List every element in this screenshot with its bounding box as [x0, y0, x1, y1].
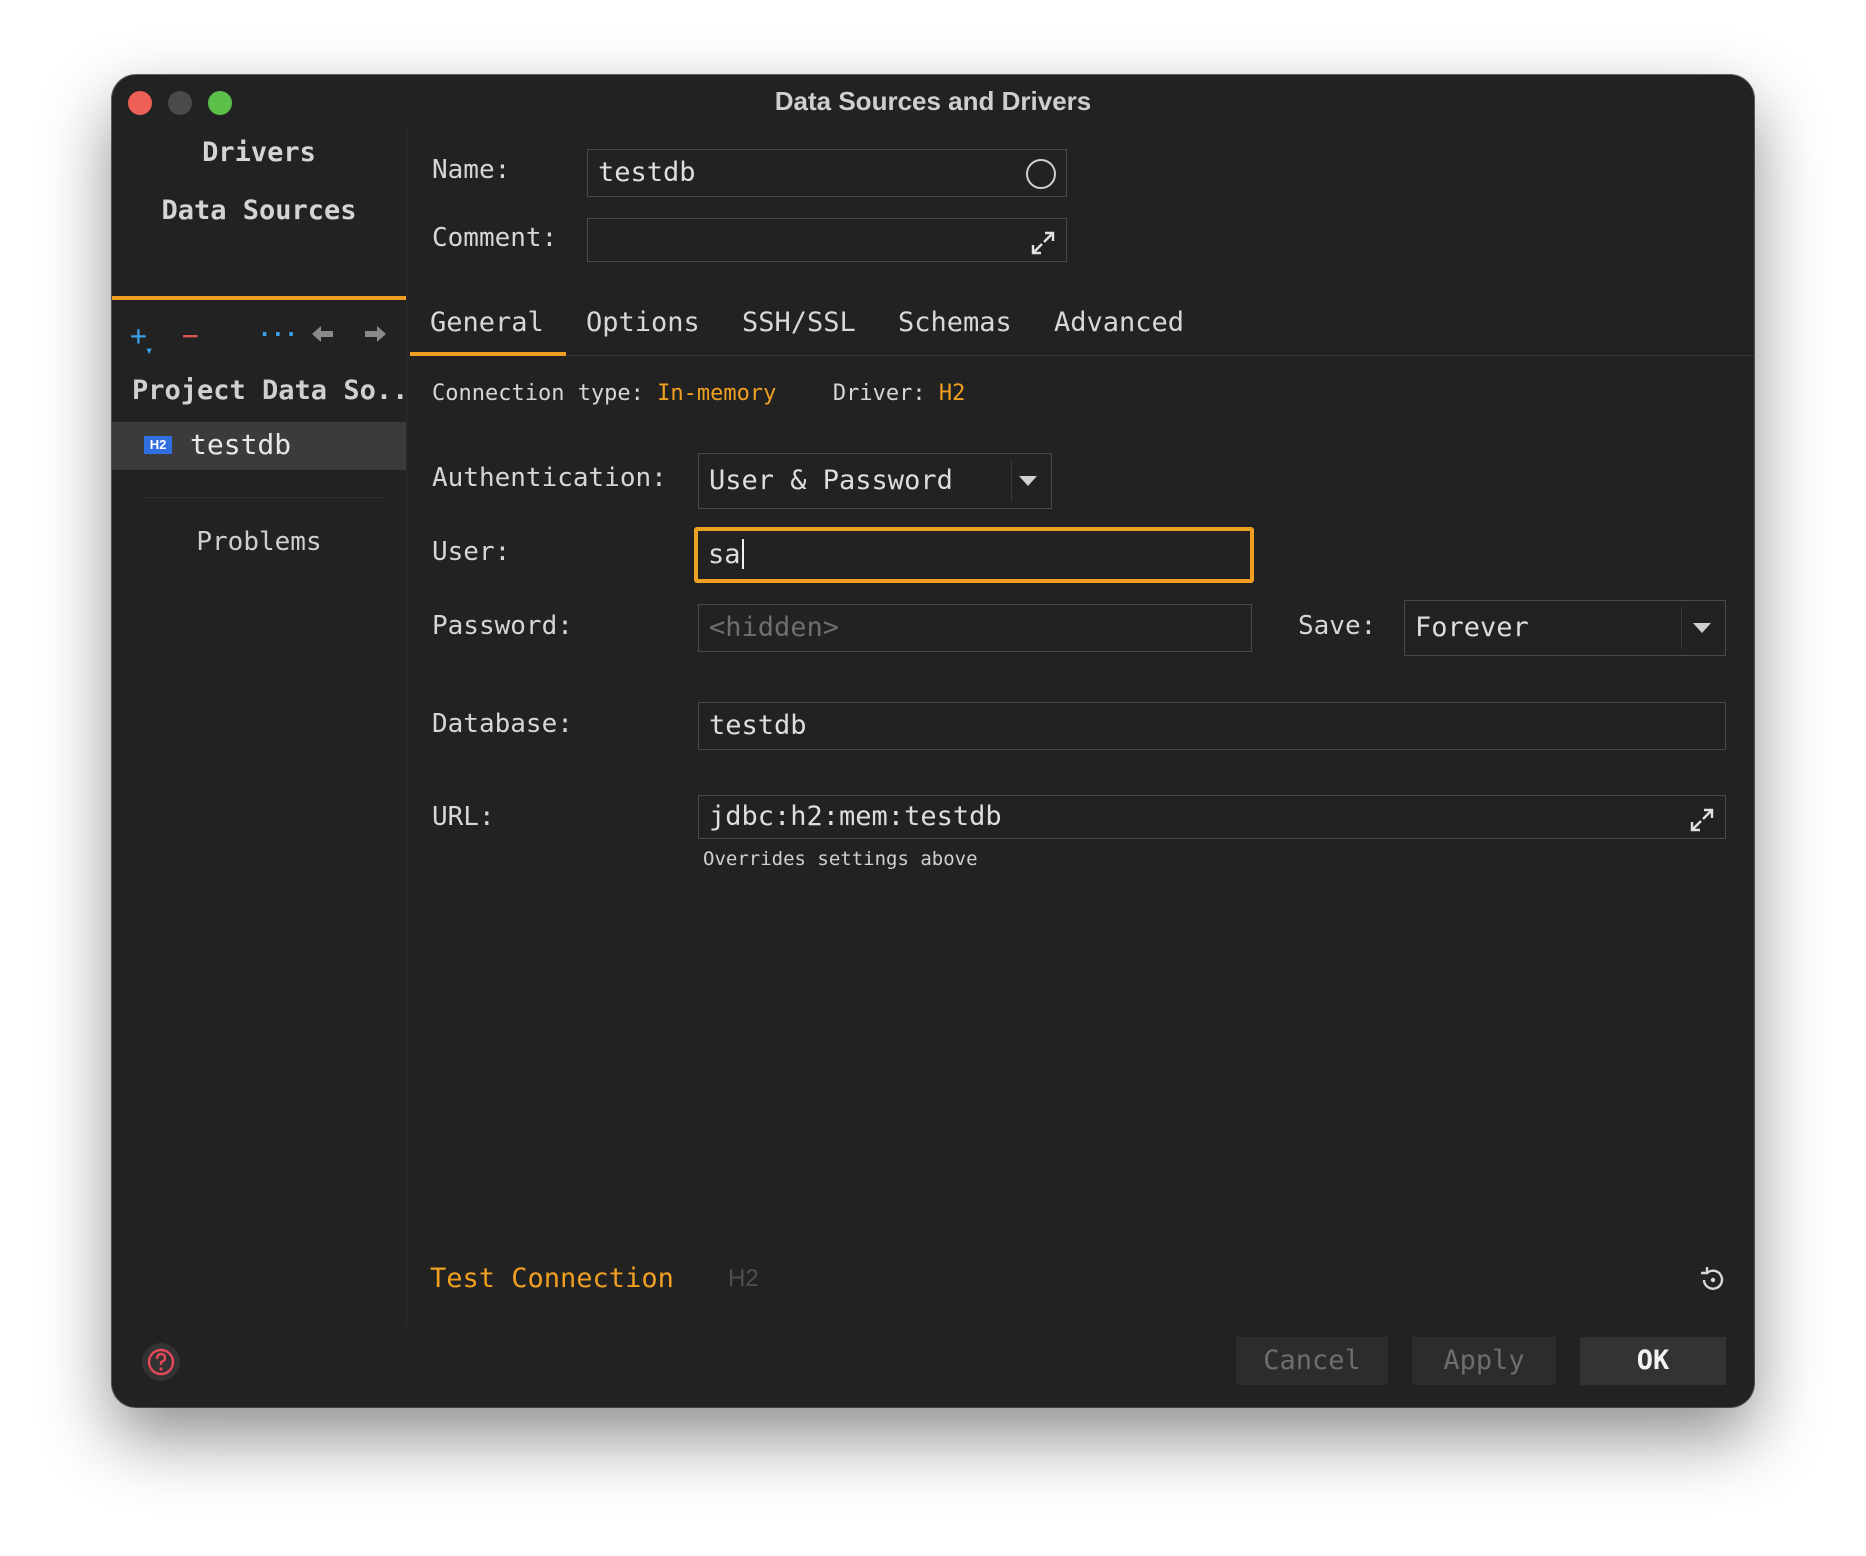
- data-source-item-testdb[interactable]: H2 testdb: [112, 422, 406, 470]
- url-field[interactable]: jdbc:h2:mem:testdb: [698, 795, 1726, 839]
- cancel-button[interactable]: Cancel: [1236, 1337, 1388, 1385]
- password-label: Password:: [432, 611, 573, 641]
- expand-icon[interactable]: [1030, 227, 1056, 261]
- chevron-down-icon: [1693, 623, 1711, 633]
- name-value: testdb: [598, 157, 696, 188]
- url-label: URL:: [432, 802, 495, 832]
- tab-ssh-ssl[interactable]: SSH/SSL: [742, 307, 856, 338]
- tab-bar-divider: [412, 355, 1754, 356]
- user-field[interactable]: sa: [694, 527, 1254, 583]
- name-field[interactable]: testdb: [587, 149, 1067, 197]
- active-tab-indicator: [410, 352, 566, 356]
- user-value: sa: [708, 539, 741, 570]
- expand-icon[interactable]: [1689, 804, 1715, 838]
- save-value: Forever: [1415, 612, 1529, 643]
- window-title: Data Sources and Drivers: [774, 86, 1092, 116]
- connection-info: Connection type: In-memory Driver: H2: [432, 381, 965, 406]
- text-cursor: [741, 539, 744, 569]
- authentication-select[interactable]: User & Password: [698, 453, 1052, 509]
- close-window-button[interactable]: [128, 91, 152, 115]
- database-label: Database:: [432, 709, 573, 739]
- tab-options[interactable]: Options: [586, 307, 700, 338]
- project-data-sources-group[interactable]: Project Data So..: [132, 375, 408, 406]
- minimize-window-button[interactable]: [168, 91, 192, 115]
- password-field[interactable]: <hidden>: [698, 604, 1252, 652]
- add-icon[interactable]: +▾: [130, 320, 153, 367]
- tab-schemas[interactable]: Schemas: [898, 307, 1012, 338]
- zoom-window-button[interactable]: [208, 91, 232, 115]
- connection-type-label: Connection type:: [432, 381, 644, 406]
- driver-status: H2: [728, 1265, 759, 1292]
- problems-item[interactable]: Problems: [112, 527, 406, 557]
- driver-value[interactable]: H2: [939, 381, 966, 406]
- authentication-value: User & Password: [709, 465, 953, 496]
- data-source-label: testdb: [190, 428, 292, 461]
- test-connection-link[interactable]: Test Connection: [430, 1263, 674, 1294]
- save-label: Save:: [1298, 611, 1377, 641]
- help-icon[interactable]: [142, 1343, 180, 1381]
- database-value: testdb: [709, 710, 807, 741]
- url-hint: Overrides settings above: [703, 848, 978, 870]
- h2-database-icon: H2: [144, 436, 172, 454]
- chevron-down-icon: [1019, 476, 1037, 486]
- separator: [1681, 607, 1682, 649]
- forward-arrow-icon[interactable]: [362, 320, 388, 352]
- password-placeholder: <hidden>: [709, 612, 840, 643]
- more-icon[interactable]: ···: [258, 320, 298, 352]
- authentication-label: Authentication:: [432, 463, 667, 493]
- save-select[interactable]: Forever: [1404, 600, 1726, 656]
- user-label: User:: [432, 537, 511, 567]
- database-field[interactable]: testdb: [698, 702, 1726, 750]
- tab-data-sources[interactable]: Data Sources: [112, 195, 406, 226]
- sidebar-divider: [142, 497, 382, 498]
- ok-button[interactable]: OK: [1580, 1337, 1726, 1385]
- url-value: jdbc:h2:mem:testdb: [709, 801, 1002, 832]
- driver-label: Driver:: [832, 381, 926, 406]
- color-circle-icon[interactable]: [1026, 159, 1056, 189]
- comment-field[interactable]: [587, 218, 1067, 262]
- tab-general[interactable]: General: [430, 307, 544, 338]
- apply-button[interactable]: Apply: [1412, 1337, 1556, 1385]
- remove-icon[interactable]: −: [182, 320, 199, 352]
- tab-drivers[interactable]: Drivers: [112, 137, 406, 168]
- back-arrow-icon[interactable]: [310, 320, 336, 352]
- separator: [1011, 460, 1012, 502]
- connection-type-value: In-memory: [657, 381, 777, 406]
- reset-history-icon[interactable]: [1698, 1265, 1728, 1299]
- comment-label: Comment:: [432, 223, 558, 253]
- sidebar: Drivers Data Sources +▾ − ··· Project Da…: [112, 127, 408, 1327]
- data-sources-dialog: Data Sources and Drivers Drivers Data So…: [112, 75, 1754, 1407]
- name-label: Name:: [432, 155, 511, 185]
- active-tab-indicator: [112, 296, 406, 300]
- tab-advanced[interactable]: Advanced: [1054, 307, 1184, 338]
